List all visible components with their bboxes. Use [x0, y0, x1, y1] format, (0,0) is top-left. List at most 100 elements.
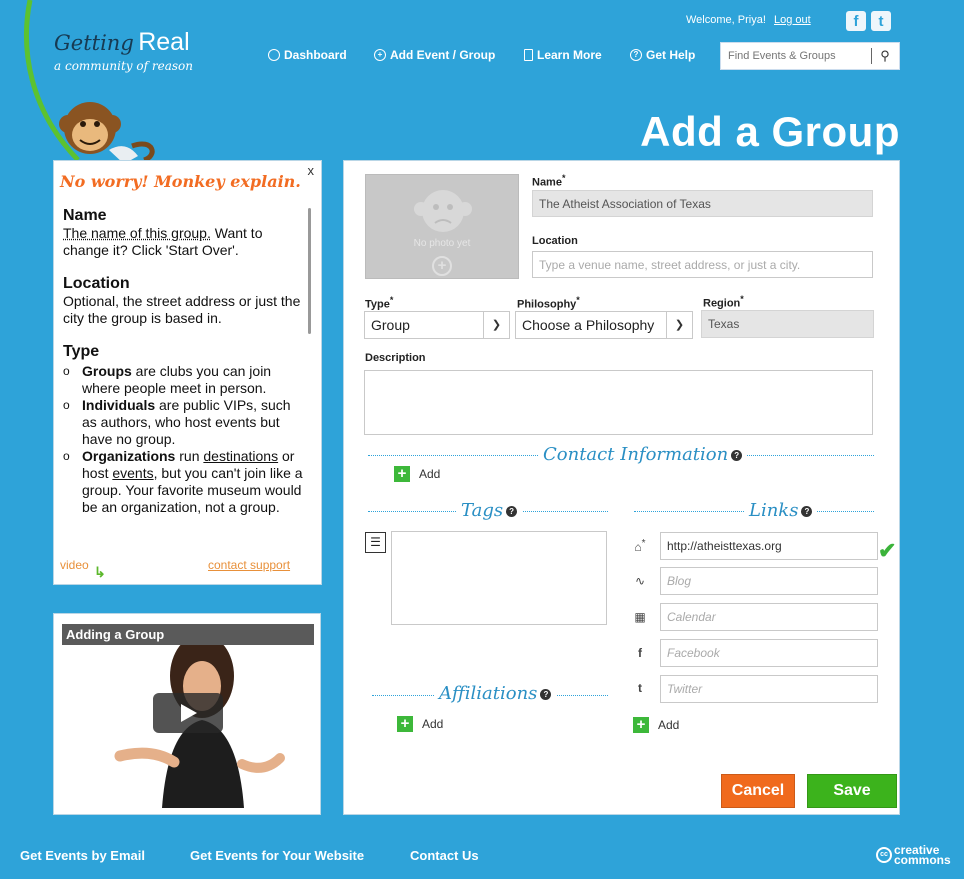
- add-contact-button[interactable]: + Add: [394, 466, 440, 482]
- nav-add-event-group[interactable]: + Add Event / Group: [374, 48, 495, 62]
- add-link-button[interactable]: + Add: [633, 717, 679, 733]
- nav-get-help[interactable]: ? Get Help: [630, 48, 695, 62]
- clock-icon: [268, 49, 280, 61]
- close-icon[interactable]: x: [308, 163, 315, 178]
- twitter-small-icon: t: [638, 681, 642, 695]
- search-icon[interactable]: ⚲: [872, 48, 898, 64]
- cancel-button[interactable]: Cancel: [721, 774, 795, 808]
- philosophy-label: Philosophy*: [517, 295, 580, 311]
- footer-get-events-website[interactable]: Get Events for Your Website: [190, 848, 364, 863]
- help-question-icon[interactable]: ?: [506, 505, 518, 517]
- save-button[interactable]: Save: [807, 774, 897, 808]
- add-group-form: No photo yet + Name* Location Type* Grou…: [343, 160, 900, 815]
- required-asterisk: *: [389, 295, 394, 305]
- links-title: Links?: [744, 500, 818, 521]
- facebook-icon[interactable]: f: [846, 11, 866, 31]
- video-link[interactable]: video: [60, 558, 89, 572]
- help-type-bold: Organizations: [82, 448, 176, 464]
- help-type-text: run: [175, 448, 204, 464]
- location-label: Location: [532, 235, 578, 247]
- description-field[interactable]: [364, 370, 873, 435]
- philosophy-select[interactable]: Choose a Philosophy ❯: [515, 311, 693, 339]
- help-type-bold: Groups: [82, 363, 132, 379]
- destinations-link[interactable]: destinations: [203, 448, 278, 464]
- nav-get-help-label: Get Help: [646, 48, 696, 62]
- calendar-icon: ▦: [634, 610, 646, 624]
- required-asterisk: *: [561, 173, 566, 183]
- contact-title-text: Contact Information: [543, 444, 729, 465]
- help-name-text-link: The name of this group.: [63, 225, 211, 241]
- required-asterisk: *: [576, 295, 580, 305]
- type-label: Type*: [365, 295, 393, 311]
- name-label-text: Name: [532, 176, 562, 189]
- region-label-text: Region: [703, 297, 741, 310]
- region-field[interactable]: [701, 310, 874, 338]
- question-icon: ?: [630, 49, 642, 61]
- type-select[interactable]: Group ❯: [364, 311, 510, 339]
- tags-title: Tags?: [456, 500, 523, 521]
- help-scrollbar[interactable]: [308, 208, 311, 334]
- add-affiliation-button[interactable]: + Add: [397, 716, 443, 732]
- help-question-icon[interactable]: ?: [540, 688, 552, 700]
- footer-get-events-email[interactable]: Get Events by Email: [20, 848, 145, 863]
- video-panel: Adding a Group: [53, 613, 321, 815]
- tags-field[interactable]: [391, 531, 607, 625]
- video-title: Adding a Group: [62, 624, 314, 645]
- links-title-text: Links: [749, 500, 799, 521]
- nav-learn-more-label: Learn More: [537, 48, 602, 62]
- philosophy-select-value: Choose a Philosophy: [522, 317, 655, 333]
- affiliations-title: Affiliations?: [434, 683, 557, 704]
- help-location-text: Optional, the street address or just the…: [63, 293, 301, 326]
- search-box: ⚲: [720, 42, 900, 70]
- monkey-mascot-icon: [59, 102, 155, 164]
- help-name-title: Name: [63, 207, 107, 224]
- footer-contact-us[interactable]: Contact Us: [410, 848, 479, 863]
- chevron-down-icon: ❯: [666, 312, 692, 338]
- plus-icon: +: [633, 717, 649, 733]
- calendar-link-field[interactable]: [660, 603, 878, 631]
- video-player[interactable]: Adding a Group: [62, 624, 314, 808]
- location-field[interactable]: [532, 251, 873, 278]
- blog-link-field[interactable]: [660, 567, 878, 595]
- book-icon: [524, 49, 533, 61]
- facebook-link-field[interactable]: [660, 639, 878, 667]
- nav-dashboard[interactable]: Dashboard: [268, 48, 347, 62]
- name-label: Name*: [532, 173, 565, 189]
- website-link-field[interactable]: [660, 532, 878, 560]
- type-select-value: Group: [371, 317, 410, 333]
- help-type-list: Groups are clubs you can join where peop…: [63, 363, 303, 516]
- help-type-item-individuals: Individuals are public VIPs, such as aut…: [63, 397, 303, 448]
- name-field[interactable]: [532, 190, 873, 217]
- plus-circle-icon: +: [374, 49, 386, 61]
- twitter-link-field[interactable]: [660, 675, 878, 703]
- creative-commons-logo[interactable]: cc creative commons: [876, 844, 951, 866]
- welcome-text: Welcome, Priya!: [686, 14, 766, 26]
- logout-link[interactable]: Log out: [774, 14, 811, 26]
- twitter-icon[interactable]: t: [871, 11, 891, 31]
- contact-support-link[interactable]: contact support: [208, 558, 290, 572]
- nav-learn-more[interactable]: Learn More: [524, 48, 602, 62]
- home-icon: ⌂*: [634, 538, 646, 554]
- help-type-title: Type: [63, 343, 100, 360]
- play-icon[interactable]: [153, 693, 223, 733]
- help-headline: No worry! Monkey explain.: [60, 172, 301, 191]
- help-question-icon[interactable]: ?: [731, 449, 743, 461]
- help-name-text: The name of this group. Want to change i…: [63, 225, 303, 259]
- nav-add-event-label: Add Event / Group: [390, 48, 496, 62]
- required-asterisk: *: [740, 294, 744, 304]
- logo[interactable]: Getting Real a community of reason: [54, 28, 193, 73]
- events-link[interactable]: events: [112, 465, 153, 481]
- arrow-down-icon: ↳: [94, 564, 106, 580]
- plus-icon: +: [397, 716, 413, 732]
- no-photo-text: No photo yet: [413, 238, 471, 249]
- photo-upload[interactable]: No photo yet +: [365, 174, 519, 279]
- logo-tagline: a community of reason: [54, 59, 193, 73]
- help-question-icon[interactable]: ?: [801, 505, 813, 517]
- list-icon[interactable]: ☰: [365, 532, 386, 553]
- type-label-text: Type: [365, 298, 390, 311]
- help-type-bold: Individuals: [82, 397, 156, 413]
- add-affiliation-label: Add: [422, 717, 444, 731]
- search-input[interactable]: [721, 44, 871, 68]
- add-contact-label: Add: [419, 467, 441, 481]
- add-photo-icon[interactable]: +: [432, 256, 452, 276]
